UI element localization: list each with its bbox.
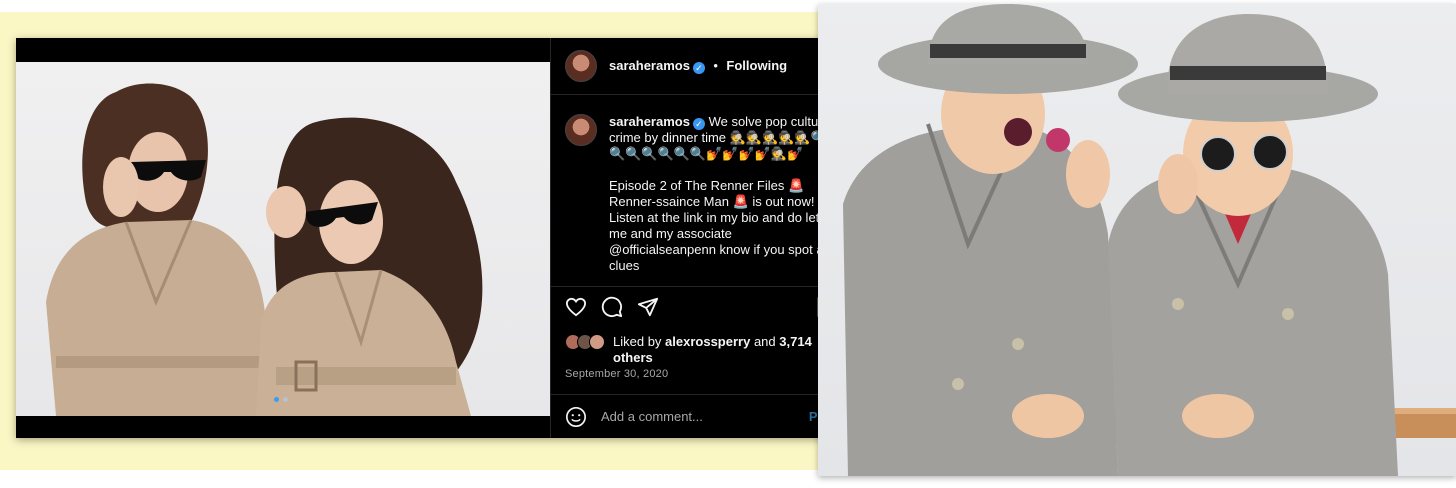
verified-icon: ✓ [692,62,705,74]
liked-by-prefix: Liked by [613,334,662,349]
liked-by-and: and [753,334,776,349]
instagram-post-card: saraheramos✓ • Following ••• saraheramos… [16,38,849,438]
separator-dot: • [713,58,718,73]
caption-paragraph: Episode 2 of The Renner Files 🚨 Renner-s… [609,178,837,273]
comment-bar: Add a comment... Post [551,394,849,439]
following-button[interactable]: Following [726,58,787,73]
post-header: saraheramos✓ • Following ••• [551,38,849,95]
caption-verified-icon: ✓ [692,118,705,130]
heart-icon[interactable] [565,297,587,317]
post-side-panel: saraheramos✓ • Following ••• saraheramos… [550,38,849,438]
author-line: saraheramos ✓ • Following [609,57,787,75]
post-media[interactable] [16,38,550,438]
share-icon[interactable] [637,296,659,318]
author-avatar[interactable] [565,50,597,82]
carousel-dot-active [274,397,279,402]
photo-two-women-trench-coats [46,83,483,416]
action-bar [551,286,849,327]
photo-two-kids-gray-coats [843,4,1456,476]
carousel-dot [283,397,288,402]
post-date[interactable]: September 30, 2020 [565,368,668,380]
caption-avatar[interactable] [565,114,597,146]
post-photo [16,62,550,416]
author-username[interactable]: saraheramos [609,58,690,73]
liker-avatar [589,334,605,350]
caption-username[interactable]: saraheramos [609,114,690,129]
post-caption: saraheramos ✓ We solve pop culture crime … [609,114,839,284]
carousel-indicator [274,397,288,402]
emoji-icon[interactable] [565,406,587,428]
comment-input[interactable]: Add a comment... [601,409,703,424]
right-photo-kids-detectives [818,4,1456,476]
likes-summary[interactable]: Liked by alexrossperry and 3,714 others [613,334,833,366]
comment-icon[interactable] [601,296,623,318]
liked-by-user[interactable]: alexrossperry [665,334,750,349]
